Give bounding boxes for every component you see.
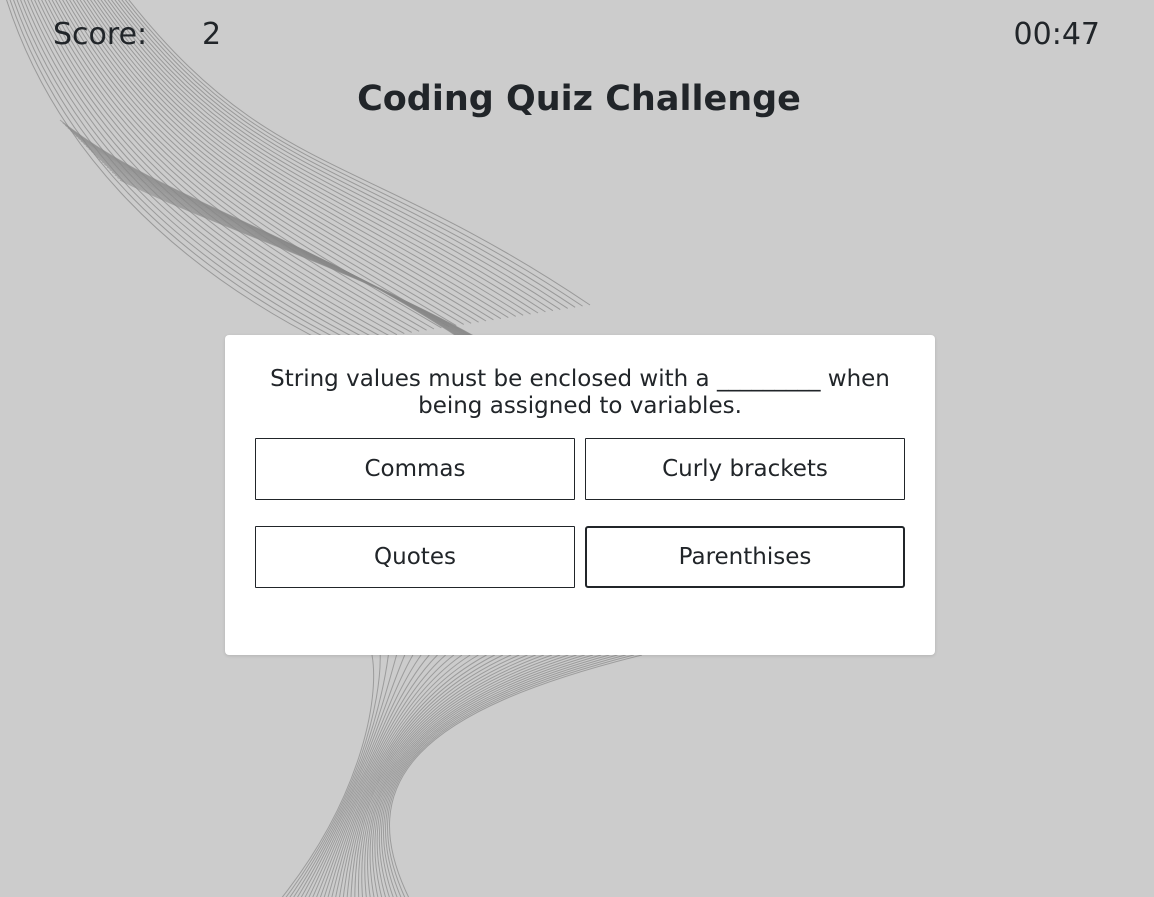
countdown-timer: 00:47	[1013, 17, 1100, 52]
answer-button-commas[interactable]: Commas	[255, 438, 575, 500]
page-title: Coding Quiz Challenge	[357, 79, 801, 119]
answer-button-parenthises[interactable]: Parenthises	[585, 526, 905, 588]
question-text: String values must be enclosed with a __…	[270, 366, 890, 419]
answer-button-curly-brackets[interactable]: Curly brackets	[585, 438, 905, 500]
quiz-card: String values must be enclosed with a __…	[225, 335, 935, 655]
score-value: 2	[202, 17, 222, 52]
score-label: Score:	[53, 17, 148, 52]
answer-button-quotes[interactable]: Quotes	[255, 526, 575, 588]
